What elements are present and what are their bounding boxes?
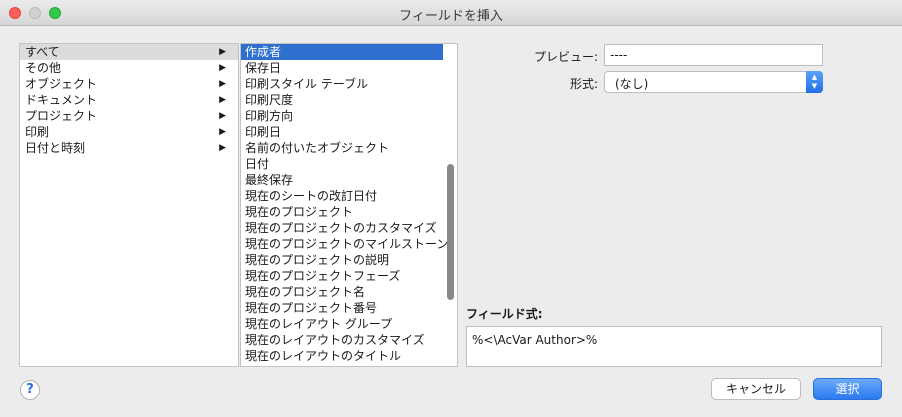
field-item[interactable]: 現在のレイアウト グループ [241,316,443,332]
field-item[interactable]: 現在のプロジェクト [241,204,443,220]
field-item[interactable]: 印刷尺度 [241,92,443,108]
select-button[interactable]: 選択 [813,378,882,400]
help-icon[interactable]: ? [20,380,40,400]
category-item[interactable]: その他 ▶ [20,60,238,76]
field-rows: 作成者 保存日 印刷スタイル テーブル 印刷尺度 印刷方向 印刷日 名前の付いたオブジェクト… [241,44,457,364]
field-item[interactable]: 現在のレイアウトのタイトル [241,348,443,364]
format-select[interactable]: (なし) ▲ ▼ [604,71,823,93]
category-item-label: プロジェクト [25,109,98,123]
field-item[interactable]: 現在のプロジェクト番号 [241,300,443,316]
field-item[interactable]: 日付 [241,156,443,172]
chevron-down-icon: ▼ [811,82,818,90]
field-item[interactable]: 現在のレイアウトのカスタマイズ [241,332,443,348]
category-item-label: 印刷 [25,125,50,139]
category-item-label: 日付と時刻 [25,141,86,155]
chevron-right-icon: ▶ [219,111,226,121]
field-item[interactable]: 現在のプロジェクトのマイルストーン [241,236,448,252]
category-item-label: すべて [25,45,60,59]
field-item[interactable]: 現在のプロジェクトフェーズ [241,268,443,284]
category-list[interactable]: すべて ▶ その他 ▶ オブジェクト ▶ ドキュメント ▶ プロジェクト ▶ 印刷 ▶ 日付と時刻 ▶ [19,43,239,367]
chevron-right-icon: ▶ [219,127,226,137]
category-item[interactable]: プロジェクト ▶ [20,108,238,124]
chevron-right-icon: ▶ [219,47,226,57]
field-item[interactable]: 印刷方向 [241,108,443,124]
chevron-right-icon: ▶ [219,143,226,153]
field-item[interactable]: 現在のプロジェクトの説明 [241,252,443,268]
select-stepper-icon[interactable]: ▲ ▼ [806,71,823,93]
field-item[interactable]: 保存日 [241,60,443,76]
category-item[interactable]: 印刷 ▶ [20,124,238,140]
field-item[interactable]: 最終保存 [241,172,443,188]
field-expression-box[interactable]: %<\AcVar Author>% [466,326,882,367]
category-item[interactable]: すべて ▶ [20,44,238,60]
field-item[interactable]: 作成者 [241,44,443,60]
chevron-up-icon: ▲ [811,73,818,81]
cancel-button[interactable]: キャンセル [711,378,801,400]
preview-label: プレビュー: [533,50,598,64]
field-item[interactable]: 現在のシートの改訂日付 [241,188,443,204]
chevron-right-icon: ▶ [219,95,226,105]
category-item-label: ドキュメント [25,93,98,107]
field-list-scrollbar[interactable] [447,164,454,300]
preview-field: ---- [604,44,823,66]
window-title: フィールドを挿入 [399,9,503,24]
category-item-label: その他 [25,61,62,75]
category-item[interactable]: ドキュメント ▶ [20,92,238,108]
category-item[interactable]: 日付と時刻 ▶ [20,140,238,156]
field-item[interactable]: 現在のプロジェクト名 [241,284,443,300]
category-item[interactable]: オブジェクト ▶ [20,76,238,92]
title-bar: フィールドを挿入 [0,0,902,26]
chevron-right-icon: ▶ [219,79,226,89]
chevron-right-icon: ▶ [219,63,226,73]
category-item-label: オブジェクト [25,77,98,91]
format-select-value: (なし) [615,77,649,91]
format-label: 形式: [569,77,598,91]
field-item[interactable]: 印刷スタイル テーブル [241,76,443,92]
field-item[interactable]: 名前の付いたオブジェクト [241,140,443,156]
field-item[interactable]: 現在のプロジェクトのカスタマイズ [241,220,443,236]
field-list[interactable]: 作成者 保存日 印刷スタイル テーブル 印刷尺度 印刷方向 印刷日 名前の付いたオブジェクト… [240,43,458,367]
field-item[interactable]: 印刷日 [241,124,443,140]
field-expression-label: フィールド式: [466,307,543,321]
